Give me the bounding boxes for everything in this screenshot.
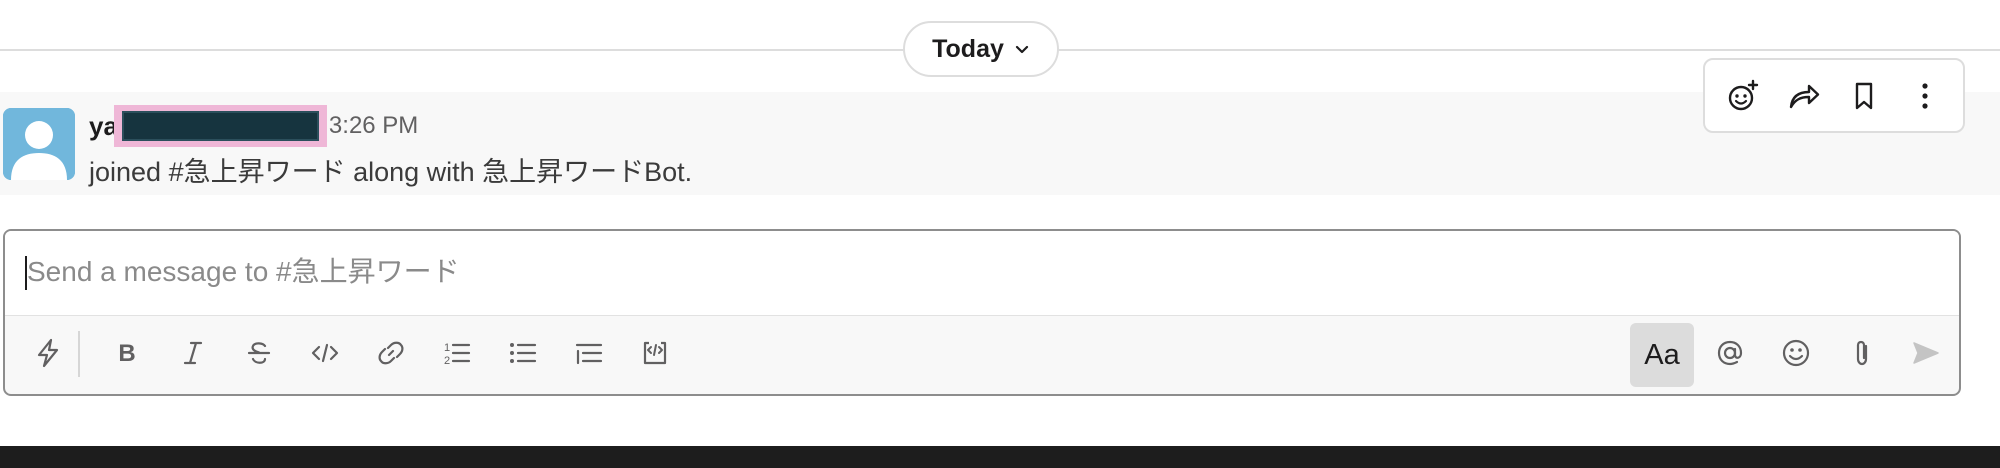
italic-button[interactable] [165,325,221,381]
attach-icon [1856,340,1868,366]
message-header: ya 3:26 PM [89,105,418,147]
svg-text:1: 1 [444,342,450,354]
composer-input-area[interactable] [5,231,1959,316]
share-message-button[interactable] [1778,70,1830,122]
emoji-icon [1782,339,1810,367]
message-timestamp[interactable]: 3:26 PM [329,112,418,140]
code-block-icon [643,341,667,365]
bold-icon: B [118,340,135,367]
code-icon [311,343,339,363]
ordered-list-button[interactable]: 12 [429,325,485,381]
day-divider-button[interactable]: Today [903,21,1059,77]
ordered-list-icon: 12 [444,342,471,367]
day-divider-label: Today [932,34,1004,63]
bulleted-list-icon [510,343,537,363]
bulleted-list-button[interactable] [495,325,551,381]
code-button[interactable] [297,325,353,381]
more-vertical-icon [1922,82,1928,109]
svg-text:B: B [118,340,135,367]
avatar[interactable] [3,108,75,180]
italic-icon [183,341,203,365]
code-block-button[interactable] [627,325,683,381]
more-actions-button[interactable] [1899,70,1951,122]
window-bottom-bar [0,446,2000,468]
send-button[interactable] [1898,325,1954,381]
bold-button[interactable]: B [99,325,155,381]
add-reaction-icon [1729,79,1759,110]
send-icon [1913,342,1939,364]
shortcuts-button[interactable] [20,325,76,381]
mention-icon [1717,340,1743,366]
strikethrough-button[interactable] [231,325,287,381]
message-actions-toolbar [1703,58,1965,133]
toolbar-divider [78,331,80,377]
shortcuts-lightning-icon [37,338,59,368]
redacted-name [113,105,327,147]
strikethrough-icon [247,342,271,364]
emoji-button[interactable] [1768,325,1824,381]
chevron-down-icon [1015,45,1028,54]
attach-button[interactable] [1834,325,1890,381]
save-message-button[interactable] [1838,70,1890,122]
message-input[interactable] [27,249,1327,295]
link-button[interactable] [363,325,419,381]
link-icon [378,341,404,365]
default-user-icon [3,108,75,180]
blockquote-button[interactable] [561,325,617,381]
add-reaction-button[interactable] [1717,70,1769,122]
message-text: joined #急上昇ワード along with 急上昇ワードBot. [89,157,693,187]
svg-text:2: 2 [444,355,450,367]
formatting-toggle-label: Aa [1644,338,1680,371]
composer-toolbar: B 12 Aa [5,315,1959,394]
bookmark-icon [1856,82,1873,109]
message-composer: B 12 Aa [3,229,1961,396]
formatting-toggle-button[interactable]: Aa [1630,323,1694,387]
blockquote-icon [575,343,603,365]
mention-button[interactable] [1702,325,1758,381]
share-forward-icon [1789,84,1819,108]
